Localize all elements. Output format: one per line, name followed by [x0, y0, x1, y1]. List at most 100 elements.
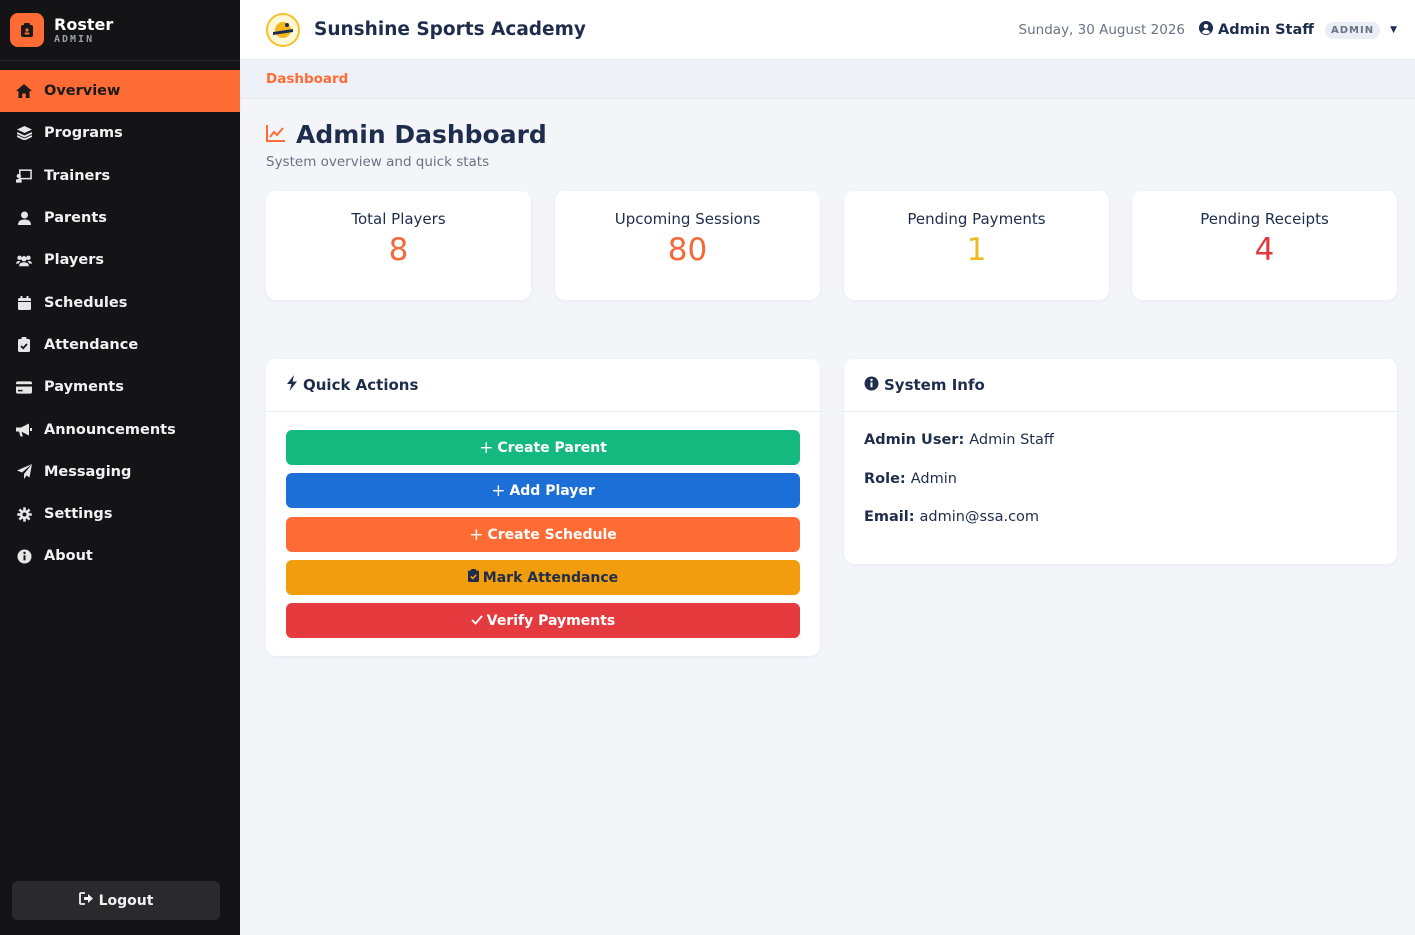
sidebar-item-payments[interactable]: Payments: [0, 366, 240, 408]
header-right: Sunday, 30 August 2026 Admin Staff ADMIN…: [1019, 0, 1397, 60]
paper-plane-icon: [16, 464, 32, 480]
plus-icon: +: [491, 480, 506, 501]
button-label: Verify Payments: [486, 612, 616, 629]
sidebar-item-announcements[interactable]: Announcements: [0, 408, 240, 450]
current-date: Sunday, 30 August 2026: [1018, 22, 1186, 38]
info-row-admin-user: Admin User: Admin Staff: [864, 432, 1054, 448]
sidebar-item-label: About: [44, 548, 93, 565]
info-value: Admin: [910, 471, 957, 487]
info-row-email: Email: admin@ssa.com: [864, 509, 1039, 525]
sidebar-item-trainers[interactable]: Trainers: [0, 155, 240, 197]
sign-out-icon: [78, 892, 99, 909]
sidebar-item-overview[interactable]: Overview: [0, 70, 240, 113]
plus-icon: +: [479, 437, 494, 458]
sidebar-item-label: Settings: [44, 506, 113, 523]
brand-subtitle: ADMIN: [54, 33, 95, 45]
logout-label: Logout: [98, 892, 154, 909]
brand-name: Roster: [54, 14, 114, 34]
stat-card-pending-receipts: Pending Receipts 4: [1132, 191, 1397, 300]
role-badge: ADMIN: [1324, 21, 1381, 39]
create-schedule-button[interactable]: + Create Schedule: [286, 517, 800, 552]
stat-card-upcoming-sessions: Upcoming Sessions 80: [555, 191, 820, 300]
sidebar-item-label: Messaging: [44, 463, 132, 480]
caret-down-icon: ▼: [1390, 25, 1397, 35]
sidebar-item-label: Payments: [44, 379, 124, 396]
academy-name: Sunshine Sports Academy: [314, 19, 586, 40]
sidebar-item-label: Trainers: [44, 167, 111, 184]
line-chart-icon: [266, 124, 286, 146]
create-parent-button[interactable]: + Create Parent: [286, 430, 800, 465]
clipboard-check-icon: [467, 569, 479, 586]
sidebar-item-label: Players: [44, 252, 105, 269]
stat-card-total-players: Total Players 8: [266, 191, 531, 300]
logout-button[interactable]: Logout: [12, 881, 220, 920]
mark-attendance-button[interactable]: Mark Attendance: [286, 560, 800, 595]
stat-label: Pending Receipts: [1200, 210, 1329, 228]
gear-icon: [16, 506, 32, 522]
sidebar-item-programs[interactable]: Programs: [0, 112, 240, 154]
sidebar-item-messaging[interactable]: Messaging: [0, 451, 240, 493]
users-icon: [16, 252, 32, 268]
badge-icon: [10, 13, 44, 47]
megaphone-icon: [16, 422, 32, 438]
sidebar-item-label: Overview: [44, 83, 121, 100]
info-key: Admin User:: [864, 432, 965, 448]
sidebar-nav: Overview Programs Trainers Parents Playe…: [0, 70, 240, 578]
sidebar-item-label: Parents: [44, 210, 107, 227]
sidebar-item-schedules[interactable]: Schedules: [0, 281, 240, 323]
user-name: Admin Staff: [1218, 22, 1314, 38]
info-key: Email:: [864, 509, 915, 525]
panel-title: System Info: [884, 376, 985, 394]
info-circle-icon: [864, 376, 884, 395]
breadcrumb[interactable]: Dashboard: [266, 71, 348, 87]
stat-value: 4: [1254, 232, 1275, 268]
user-menu[interactable]: Admin Staff ADMIN ▼: [1199, 21, 1397, 39]
button-label: Mark Attendance: [482, 569, 619, 586]
quick-actions-panel: Quick Actions + Create Parent + Add Play…: [266, 359, 820, 656]
clipboard-check-icon: [16, 337, 32, 353]
sidebar-item-settings[interactable]: Settings: [0, 493, 240, 535]
page-subtitle: System overview and quick stats: [266, 154, 490, 170]
stat-label: Pending Payments: [907, 210, 1046, 228]
sidebar-item-attendance[interactable]: Attendance: [0, 324, 240, 366]
button-label: Create Parent: [497, 439, 607, 456]
sidebar-item-label: Programs: [44, 125, 123, 142]
add-player-button[interactable]: + Add Player: [286, 473, 800, 508]
info-row-role: Role: Admin: [864, 471, 957, 487]
sidebar: Roster ADMIN Overview Programs Trainers …: [0, 0, 240, 935]
info-value: admin@ssa.com: [919, 509, 1040, 525]
page-title: Admin Dashboard: [296, 120, 547, 149]
sidebar-item-label: Announcements: [44, 421, 176, 438]
stat-value: 80: [667, 232, 708, 268]
sidebar-item-parents[interactable]: Parents: [0, 197, 240, 239]
bolt-icon: [286, 375, 303, 395]
verify-payments-button[interactable]: Verify Payments: [286, 603, 800, 638]
button-label: Create Schedule: [487, 526, 617, 543]
info-key: Role:: [864, 471, 906, 487]
stat-value: 1: [966, 232, 987, 268]
home-icon: [16, 83, 32, 99]
plus-icon: +: [469, 524, 484, 545]
layers-icon: [16, 125, 32, 141]
panel-header: Quick Actions: [266, 359, 820, 412]
sidebar-item-label: Attendance: [44, 336, 139, 353]
info-value: Admin Staff: [969, 432, 1054, 448]
stat-value: 8: [388, 232, 409, 268]
info-circle-icon: [16, 548, 32, 564]
calendar-icon: [16, 295, 32, 311]
sidebar-item-about[interactable]: About: [0, 535, 240, 577]
sidebar-item-players[interactable]: Players: [0, 239, 240, 281]
button-label: Add Player: [509, 482, 595, 499]
panel-header: System Info: [844, 359, 1397, 412]
top-header: Sunshine Sports Academy Sunday, 30 Augus…: [240, 0, 1415, 60]
sidebar-item-label: Schedules: [44, 294, 128, 311]
user-icon: [16, 210, 32, 226]
stat-card-pending-payments: Pending Payments 1: [844, 191, 1109, 300]
credit-card-icon: [16, 379, 32, 395]
user-circle-icon: [1199, 21, 1218, 39]
page-title-row: Admin Dashboard: [266, 120, 547, 149]
brand: Roster ADMIN: [0, 0, 240, 61]
check-icon: [471, 613, 483, 629]
chalkboard-teacher-icon: [16, 168, 32, 184]
breadcrumb-bar: Dashboard: [240, 60, 1415, 99]
